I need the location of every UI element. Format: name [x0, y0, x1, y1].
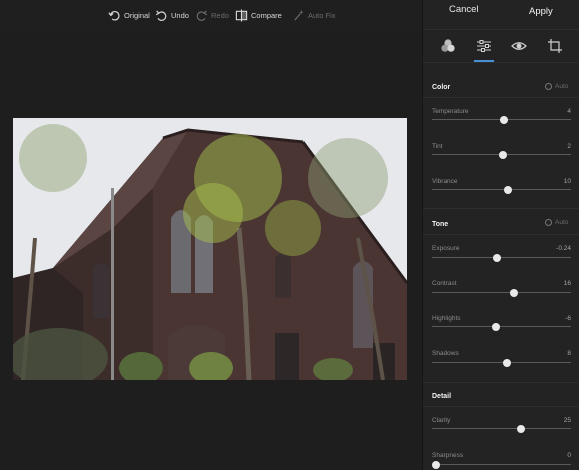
slider-label-vibrance: Vibrance: [432, 178, 458, 185]
section-divider: [423, 208, 579, 209]
cancel-button[interactable]: Cancel: [449, 4, 479, 15]
highlights-slider-knob[interactable]: [491, 322, 500, 331]
slider-label-contrast: Contrast: [432, 280, 457, 287]
radio-circle-icon: [545, 83, 552, 90]
clarity-slider[interactable]: [432, 424, 571, 433]
redo-button[interactable]: Redo: [195, 7, 229, 23]
slider-value-temperature: 4: [567, 108, 571, 115]
slider-label-sharpness: Sharpness: [432, 452, 464, 459]
exposure-slider[interactable]: [432, 253, 571, 262]
adjust-icon: [477, 40, 491, 52]
exposure-slider-knob[interactable]: [493, 253, 502, 262]
tint-slider[interactable]: [432, 150, 571, 159]
photo-preview: [13, 118, 407, 380]
section-divider: [423, 234, 579, 235]
slider-value-shadows: 8: [567, 350, 571, 357]
revert-icon: [108, 10, 120, 21]
temperature-slider[interactable]: [432, 115, 571, 124]
compare-button[interactable]: Compare: [235, 7, 282, 23]
contrast-slider[interactable]: [432, 288, 571, 297]
auto-fix-button[interactable]: Auto Fix: [292, 7, 336, 23]
contrast-slider-knob[interactable]: [510, 288, 518, 297]
slider-label-shadows: Shadows: [432, 350, 459, 357]
panel-tabs: [423, 30, 579, 63]
clarity-slider-knob[interactable]: [516, 424, 525, 433]
section-divider: [423, 97, 579, 98]
section-title-detail: Detail: [432, 393, 452, 400]
undo-button[interactable]: Undo: [155, 7, 189, 23]
panel-header: Cancel Apply: [423, 0, 579, 30]
tab-filters[interactable]: [437, 36, 459, 56]
compare-label: Compare: [251, 10, 282, 20]
slider-value-exposure: -0.24: [556, 245, 571, 252]
editor-toolbar: Original Undo Redo Compare Auto Fix: [0, 0, 422, 30]
brick-building-photo: [13, 118, 407, 380]
vibrance-slider[interactable]: [432, 185, 571, 194]
slider-value-clarity: 25: [563, 417, 571, 424]
slider-value-highlights: -6: [565, 315, 571, 322]
tone-auto-label: Auto: [555, 219, 569, 226]
shadows-slider-knob[interactable]: [503, 358, 512, 367]
section-title-tone: Tone: [432, 221, 449, 228]
crop-icon: [548, 39, 562, 53]
magic-wand-icon: [294, 9, 304, 21]
active-tab-indicator: [474, 60, 494, 62]
sharpness-slider[interactable]: [432, 460, 571, 469]
tab-view[interactable]: [508, 36, 530, 56]
tab-crop[interactable]: [544, 36, 566, 56]
shadows-slider[interactable]: [432, 358, 571, 367]
vibrance-slider-knob[interactable]: [504, 185, 513, 194]
adjustments-panel: Cancel Apply Color Auto Temperature 4 Ti…: [422, 0, 579, 470]
eye-icon: [511, 42, 527, 50]
color-auto-toggle[interactable]: Auto: [545, 83, 568, 90]
redo-icon: [196, 9, 208, 21]
apply-button[interactable]: Apply: [529, 6, 553, 17]
slider-label-exposure: Exposure: [432, 245, 460, 252]
slider-label-tint: Tint: [432, 143, 443, 150]
section-divider: [423, 406, 579, 407]
filters-icon: [441, 39, 455, 52]
tone-auto-toggle[interactable]: Auto: [545, 219, 568, 226]
redo-label: Redo: [211, 10, 229, 20]
slider-label-temperature: Temperature: [432, 108, 469, 115]
slider-value-vibrance: 10: [563, 178, 571, 185]
section-title-color: Color: [432, 84, 451, 91]
section-divider: [423, 382, 579, 383]
slider-value-tint: 2: [567, 143, 571, 150]
sharpness-slider-knob[interactable]: [432, 460, 440, 469]
slider-label-highlights: Highlights: [432, 315, 461, 322]
slider-label-clarity: Clarity: [432, 417, 451, 424]
auto-fix-label: Auto Fix: [308, 10, 336, 20]
slider-value-sharpness: 0: [567, 452, 571, 459]
original-button[interactable]: Original: [108, 7, 150, 23]
original-label: Original: [124, 10, 150, 20]
tint-slider-knob[interactable]: [498, 150, 507, 159]
highlights-slider[interactable]: [432, 322, 571, 331]
undo-icon: [155, 9, 167, 21]
image-canvas: [0, 30, 422, 470]
undo-label: Undo: [171, 10, 189, 20]
temperature-slider-knob[interactable]: [500, 115, 509, 124]
radio-circle-icon: [545, 219, 552, 226]
compare-icon: [235, 8, 248, 22]
color-auto-label: Auto: [555, 83, 569, 90]
slider-value-contrast: 16: [563, 280, 571, 287]
tab-adjust[interactable]: [473, 36, 495, 56]
